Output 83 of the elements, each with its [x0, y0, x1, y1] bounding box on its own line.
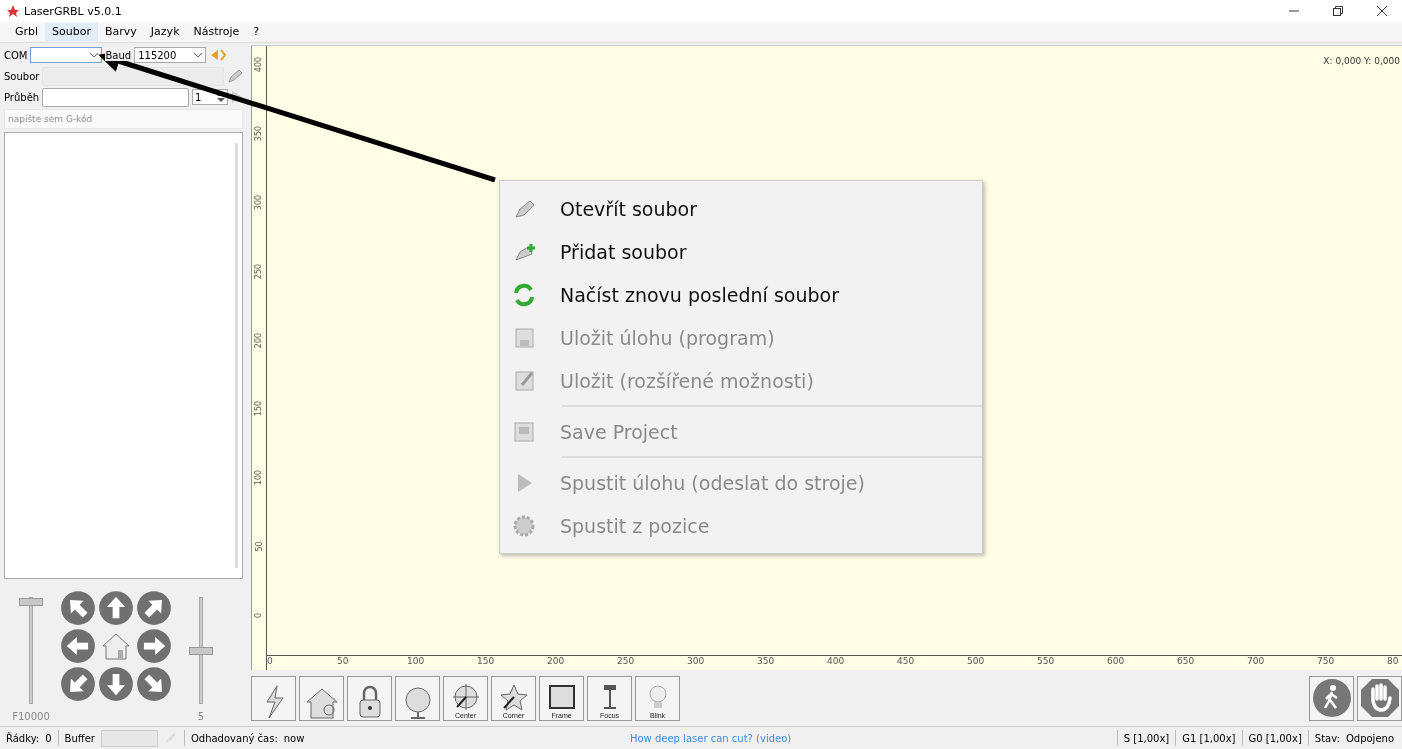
- feed-value: F10000: [12, 711, 50, 722]
- close-icon: [1377, 6, 1387, 16]
- state-value: Odpojeno: [1345, 732, 1394, 744]
- ruler-label: 200: [254, 332, 264, 348]
- override-value: G1 [1,00x]: [1182, 732, 1236, 744]
- menu-entry[interactable]: Přidat soubor: [500, 230, 982, 273]
- gcode-input-field[interactable]: napište sem G-kód: [4, 109, 243, 129]
- ruler-label: 400: [827, 656, 845, 666]
- padlock-icon: [356, 683, 383, 720]
- port-label: COM: [4, 49, 28, 61]
- menu-item[interactable]: Nástroje: [186, 23, 247, 41]
- state-label: Stav:: [1314, 732, 1340, 744]
- toolbar-button[interactable]: [299, 675, 344, 721]
- baud-label: Baud: [105, 49, 132, 61]
- progress-label: Průběh: [4, 91, 40, 103]
- crosshair-icon: [450, 682, 481, 711]
- override-value: S [1,00x]: [1123, 732, 1170, 744]
- step-value: 5: [197, 711, 205, 722]
- save-as-icon: [512, 368, 536, 393]
- ruler-label: 650: [1177, 656, 1195, 666]
- slider-thumb[interactable]: [19, 598, 43, 607]
- plug-icon: [209, 47, 228, 63]
- time-value: now: [283, 732, 305, 744]
- ruler-label: 600: [1107, 656, 1125, 666]
- hand-icon: [1359, 678, 1400, 718]
- ruler-label: 150: [477, 656, 495, 666]
- lines-count: 0: [45, 732, 52, 744]
- ruler-label: 550: [1037, 656, 1055, 666]
- project-icon: [512, 419, 536, 444]
- toolbar-button[interactable]: [251, 675, 296, 721]
- file-label: Soubor: [4, 70, 40, 82]
- gear-icon: [512, 513, 536, 538]
- toolbar-button[interactable]: [395, 675, 440, 721]
- port-dropdown[interactable]: [30, 47, 103, 63]
- ruler-label: 350: [254, 125, 264, 141]
- ruler-label: 400: [254, 56, 264, 73]
- baud-dropdown[interactable]: 115200: [134, 47, 207, 63]
- ruler-label: 100: [254, 470, 264, 486]
- window-title: LaserGRBL v5.0.1: [24, 4, 123, 18]
- menu-item[interactable]: Barvy: [98, 23, 144, 41]
- ruler-label: 750: [1317, 656, 1335, 666]
- menu-entry[interactable]: Otevřít soubor: [500, 187, 982, 230]
- walking-figure-icon: [1311, 678, 1352, 718]
- ruler-label: 100: [407, 656, 425, 666]
- ruler-label: 700: [1247, 656, 1265, 666]
- menu-item[interactable]: ?: [246, 23, 267, 41]
- lines-label: Řádky:: [6, 732, 40, 744]
- frame-icon: [546, 682, 577, 711]
- ruler-label: 450: [897, 656, 915, 666]
- menu-entry[interactable]: Načíst znovu poslední soubor: [500, 273, 982, 316]
- menu-item[interactable]: Jazyk: [143, 23, 187, 41]
- ruler-label: 250: [254, 263, 264, 279]
- ruler-label: 350: [757, 656, 775, 666]
- pencil-icon: [227, 68, 243, 84]
- toolbar-button[interactable]: [347, 675, 392, 721]
- resume-button[interactable]: [1309, 675, 1354, 721]
- ruler-label: 50: [337, 656, 349, 666]
- time-label: Odhadovaný čas:: [190, 732, 278, 744]
- dropdown-caret-icon: [194, 52, 203, 58]
- buffer-label: Buffer: [64, 732, 95, 744]
- ruler-label: 300: [687, 656, 705, 666]
- stop-button[interactable]: [1357, 675, 1402, 721]
- ruler-label: 200: [547, 656, 565, 666]
- save-icon: [512, 325, 536, 350]
- ruler-label: 0: [267, 656, 273, 666]
- coordinates-readout: X: 0,000 Y: 0,000: [1323, 56, 1400, 66]
- override-value: G0 [1,00x]: [1248, 732, 1302, 744]
- ruler-label: 0: [254, 613, 264, 619]
- slider-thumb[interactable]: [189, 646, 213, 655]
- app-logo-icon: [6, 4, 20, 18]
- menu-item[interactable]: Soubor: [45, 23, 98, 41]
- ruler-label: 250: [617, 656, 635, 666]
- restore-icon: [1333, 6, 1343, 16]
- spinner-arrows-icon: [217, 92, 225, 102]
- star-icon: [498, 682, 529, 711]
- ruler-label: 300: [254, 194, 264, 210]
- ruler-label: 500: [967, 656, 985, 666]
- menu-item[interactable]: Grbl: [8, 23, 46, 41]
- reload-icon: [512, 282, 536, 307]
- ruler-label: 50: [254, 541, 264, 552]
- dropdown-caret-icon: [90, 52, 99, 58]
- ruler-label: 80: [1387, 656, 1399, 666]
- ruler-label: 150: [254, 401, 264, 417]
